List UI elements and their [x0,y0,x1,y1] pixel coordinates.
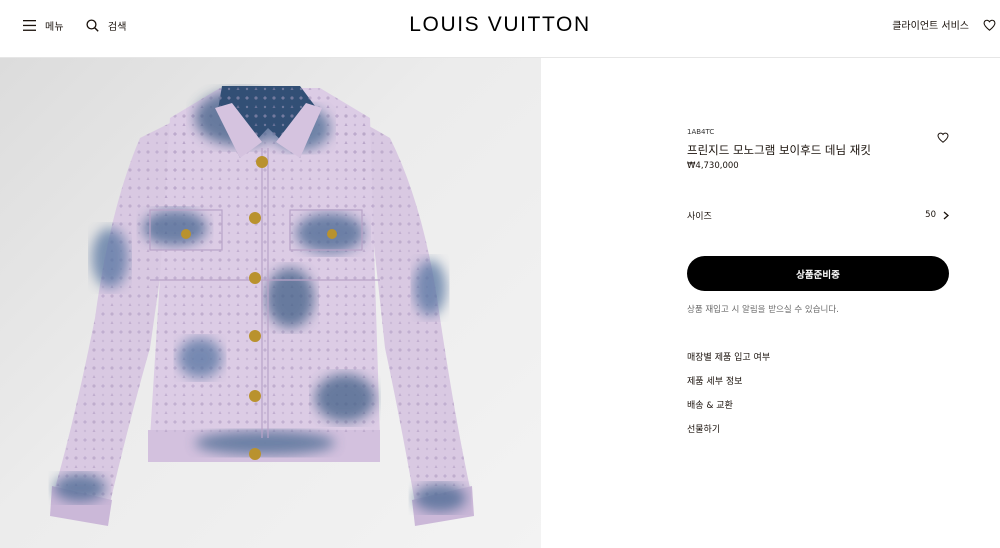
link-product-details[interactable]: 제품 세부 정보 [687,377,770,401]
chevron-right-icon [943,211,949,219]
link-delivery-returns[interactable]: 배송 & 교환 [687,401,770,425]
wishlist-button[interactable] [983,19,996,31]
product-sku: 1AB4TC [687,128,715,136]
size-selector[interactable]: 사이즈 50 [687,208,949,222]
product-links: 매장별 제품 입고 여부 제품 세부 정보 배송 & 교환 선물하기 [687,353,770,449]
size-value: 50 [925,210,936,220]
link-gift[interactable]: 선물하기 [687,425,770,449]
size-label: 사이즈 [687,211,712,222]
restock-notice[interactable]: 상품 재입고 시 알림을 받으실 수 있습니다. [687,303,839,315]
client-service-link[interactable]: 클라이언트 서비스 [892,17,969,32]
product-title: 프린지드 모노그램 보이후드 데님 재킷 [687,143,871,157]
link-store-availability[interactable]: 매장별 제품 입고 여부 [687,353,770,377]
site-header: 메뉴 검색 LOUIS VUITTON 클라이언트 서비스 [0,0,1000,58]
heart-icon [983,19,996,31]
product-price: ₩4,730,000 [687,161,739,171]
heart-icon [937,132,949,143]
header-right: 클라이언트 서비스 [892,17,996,32]
product-image-denim-jacket [50,86,474,526]
product-status-button[interactable]: 상품준비중 [687,256,949,291]
brand-logo[interactable]: LOUIS VUITTON [0,13,1000,37]
product-image-panel[interactable] [0,58,541,548]
size-value-group: 50 [925,210,949,220]
product-wishlist-button[interactable] [937,128,949,147]
